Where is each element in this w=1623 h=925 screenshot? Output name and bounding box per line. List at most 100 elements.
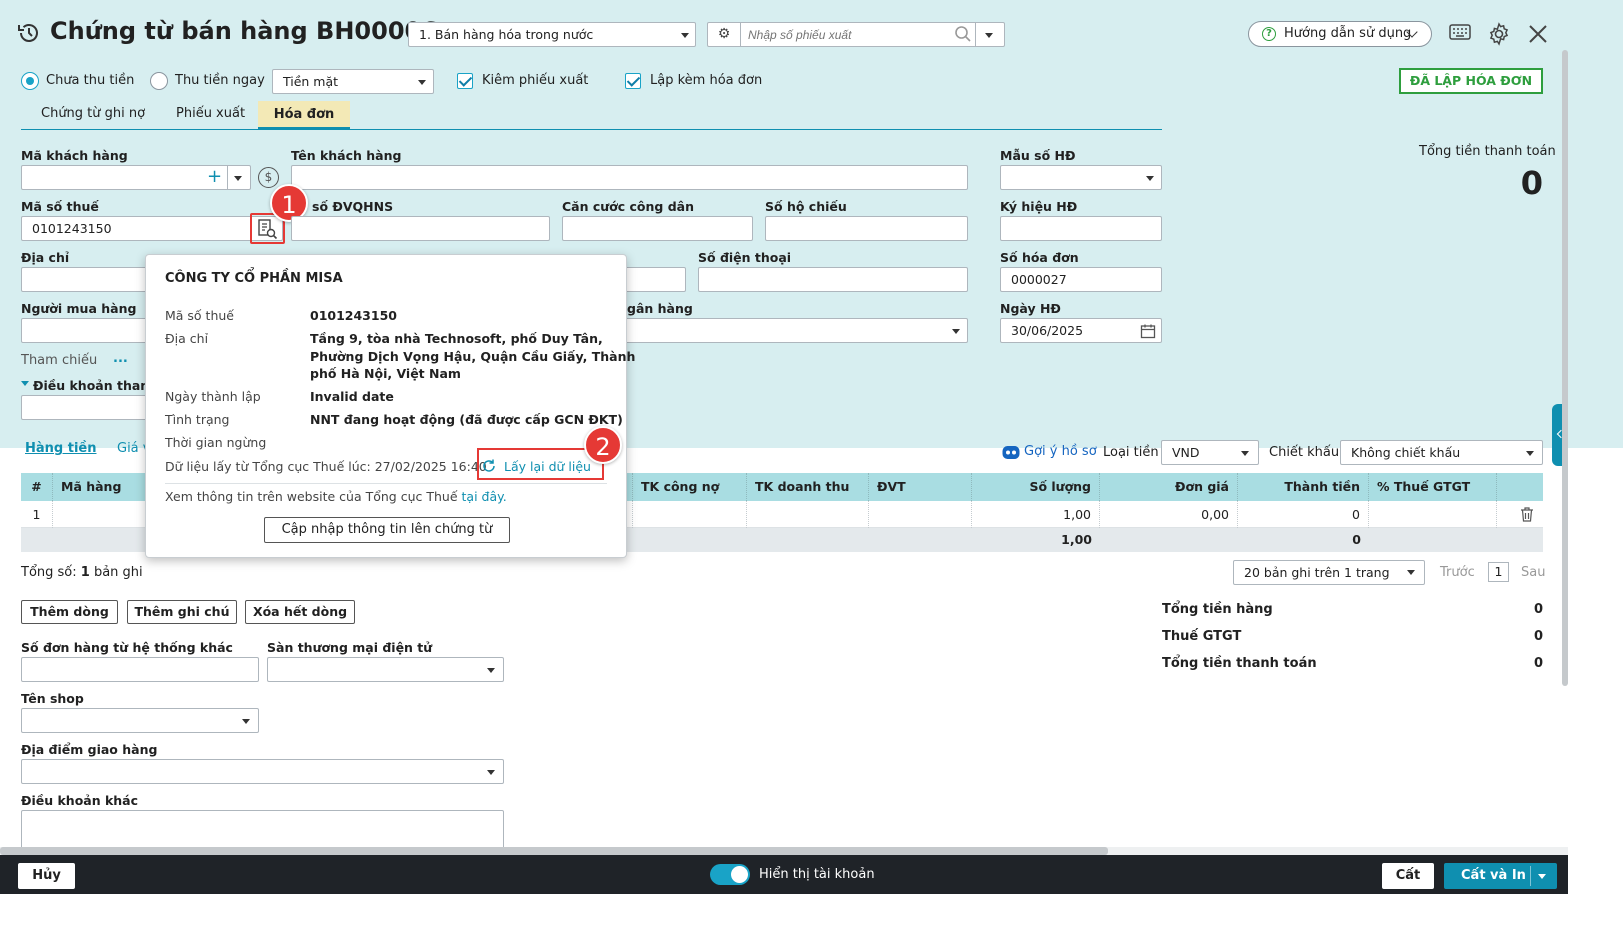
tax-code-input[interactable]: 0101243150 — [21, 216, 283, 241]
phone-input[interactable] — [698, 267, 968, 292]
row-vat[interactable] — [1369, 501, 1497, 528]
chevron-down-icon — [952, 329, 960, 334]
popup-status-value: NNT đang hoạt động (đã được cấp GCN ĐKT) — [310, 412, 623, 427]
refresh-icon[interactable] — [481, 458, 497, 474]
ecommerce-select[interactable] — [267, 657, 504, 682]
radio-unpaid-label: Chưa thu tiền — [46, 73, 135, 88]
debt-info-icon[interactable]: $ — [258, 167, 279, 188]
budget-code-input[interactable] — [291, 216, 550, 241]
tab-debit[interactable]: Chứng từ ghi nợ — [41, 106, 145, 121]
invoice-symbol-input[interactable] — [1000, 216, 1162, 241]
reference-more-link[interactable]: ... — [113, 351, 128, 366]
expand-icon[interactable] — [21, 381, 29, 386]
save-button[interactable]: Cất — [1382, 863, 1434, 889]
tab-goods[interactable]: Hàng tiền — [25, 441, 96, 456]
address-input[interactable] — [21, 267, 161, 292]
trash-icon[interactable] — [1519, 506, 1535, 523]
delivery-select[interactable] — [21, 759, 504, 784]
tax-lookup-icon[interactable] — [256, 218, 278, 240]
search-icon[interactable] — [954, 25, 972, 43]
bank-select[interactable] — [600, 318, 968, 343]
col-revenue-account: TK doanh thu — [747, 473, 869, 501]
summary-total-label: Tổng tiền thanh toán — [1162, 656, 1317, 671]
chevron-down-icon — [1146, 176, 1154, 181]
invoice-template-select[interactable] — [1000, 165, 1162, 190]
payment-terms-input[interactable] — [21, 395, 161, 420]
chevron-down-icon[interactable] — [1538, 874, 1546, 879]
radio-paid[interactable] — [150, 72, 168, 90]
cancel-button[interactable]: Hủy — [18, 863, 75, 889]
page-number[interactable]: 1 — [1488, 562, 1509, 582]
update-voucher-button[interactable]: Cập nhập thông tin lên chứng từ — [264, 517, 510, 543]
popup-stop-label: Thời gian ngừng — [165, 435, 267, 450]
discount-value: Không chiết khấu — [1351, 445, 1461, 460]
row-index: 1 — [21, 501, 53, 528]
chevron-down-icon — [487, 668, 495, 673]
discount-select[interactable]: Không chiết khấu — [1340, 440, 1543, 465]
col-index: # — [21, 473, 53, 501]
invoice-date-input[interactable]: 30/06/2025 — [1000, 318, 1162, 343]
radio-paid-label: Thu tiền ngay — [175, 73, 265, 88]
add-icon[interactable]: + — [207, 166, 222, 188]
vertical-scrollbar[interactable] — [1562, 50, 1568, 686]
add-note-button[interactable]: Thêm ghi chú — [127, 600, 237, 624]
summary-vat-label: Thuế GTGT — [1162, 629, 1242, 644]
shop-label: Tên shop — [21, 691, 84, 706]
chevron-down-icon — [1241, 451, 1249, 456]
gear-icon[interactable]: ⚙ — [708, 23, 741, 46]
close-icon[interactable] — [1527, 23, 1549, 45]
record-count: Tổng số: 1 bản ghi — [21, 565, 143, 580]
order-number-input[interactable] — [21, 657, 259, 682]
add-row-button[interactable]: Thêm dòng — [21, 600, 118, 624]
buyer-input[interactable] — [21, 318, 161, 343]
citizen-id-label: Căn cước công dân — [562, 199, 694, 214]
next-page-button[interactable]: Sau — [1521, 565, 1545, 580]
tab-invoice[interactable]: Hóa đơn — [258, 101, 350, 129]
divider — [227, 166, 228, 189]
robot-icon[interactable] — [1001, 443, 1021, 461]
passport-label: Số hộ chiếu — [765, 199, 847, 214]
save-print-button[interactable]: Cất và In — [1461, 868, 1526, 883]
horizontal-scrollbar[interactable] — [0, 847, 1108, 855]
other-terms-label: Điều khoản khác — [21, 793, 139, 808]
history-icon[interactable] — [16, 20, 42, 46]
refresh-data-link[interactable]: Lấy lại dữ liệu — [504, 459, 591, 474]
shop-select[interactable] — [21, 708, 259, 733]
customer-name-input[interactable] — [291, 165, 968, 190]
settings-icon[interactable] — [1487, 22, 1511, 46]
citizen-id-input[interactable] — [562, 216, 753, 241]
clear-rows-button[interactable]: Xóa hết dòng — [245, 600, 355, 624]
radio-unpaid[interactable] — [21, 72, 39, 90]
row-debit-account[interactable] — [633, 501, 747, 528]
calendar-icon[interactable] — [1140, 323, 1156, 339]
payment-method-select[interactable]: Tiền mặt — [272, 69, 434, 94]
popup-founded-label: Ngày thành lập — [165, 389, 261, 404]
row-revenue-account[interactable] — [747, 501, 869, 528]
row-unit-price[interactable]: 0,00 — [1100, 501, 1238, 528]
tab-export[interactable]: Phiếu xuất — [176, 106, 245, 121]
invoice-number-input[interactable]: 0000027 — [1000, 267, 1162, 292]
row-quantity[interactable]: 1,00 — [972, 501, 1100, 528]
page-size-select[interactable]: 20 bản ghi trên 1 trang — [1233, 560, 1425, 585]
chevron-down-icon[interactable] — [234, 176, 242, 181]
checkbox-invoice[interactable] — [625, 73, 641, 89]
popup-address-line2: Phường Dịch Vọng Hậu, Quận Cầu Giấy, Thà… — [310, 349, 636, 364]
chevron-down-icon — [487, 770, 495, 775]
prev-page-button[interactable]: Trước — [1440, 565, 1475, 580]
row-unit[interactable] — [869, 501, 972, 528]
keyboard-icon[interactable] — [1449, 24, 1471, 42]
col-unit: ĐVT — [869, 473, 972, 501]
checkbox-export[interactable] — [457, 73, 473, 89]
passport-input[interactable] — [765, 216, 968, 241]
divider — [1530, 866, 1531, 886]
tax-code-value: 0101243150 — [32, 221, 112, 236]
export-number-input[interactable] — [748, 25, 953, 44]
row-amount[interactable]: 0 — [1238, 501, 1369, 528]
phone-label: Số điện thoại — [698, 250, 792, 265]
popup-website-link[interactable]: tại đây. — [462, 489, 507, 504]
popup-divider — [165, 483, 607, 484]
other-terms-textarea[interactable] — [21, 810, 504, 850]
sale-type-select[interactable]: 1. Bán hàng hóa trong nước — [408, 22, 696, 47]
suggest-link[interactable]: Gợi ý hồ sơ — [1024, 444, 1097, 459]
sale-type-value: 1. Bán hàng hóa trong nước — [419, 27, 594, 42]
